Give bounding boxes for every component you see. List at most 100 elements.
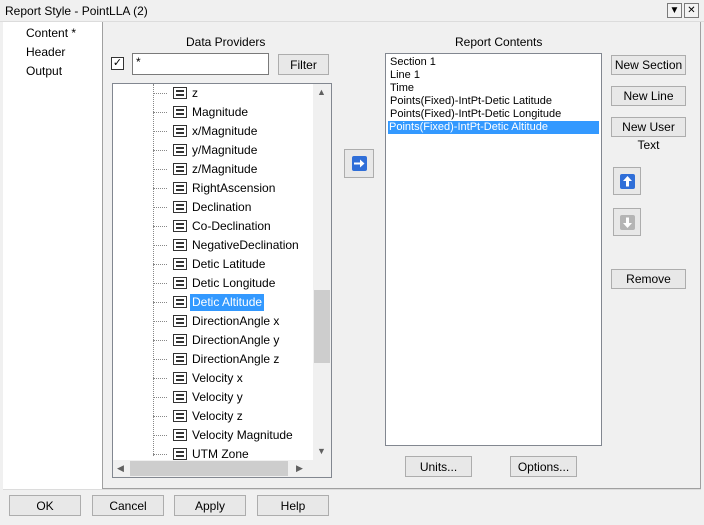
tree-connector bbox=[153, 283, 167, 284]
tree-item[interactable]: Declination bbox=[113, 198, 313, 217]
window-close-button[interactable]: ✕ bbox=[684, 3, 699, 18]
tree-connector bbox=[153, 169, 167, 170]
report-content-item[interactable]: Points(Fixed)-IntPt-Detic Longitude bbox=[389, 108, 561, 121]
tree-item-label: Detic Altitude bbox=[190, 294, 265, 311]
scroll-left-icon[interactable]: ◀ bbox=[117, 463, 124, 474]
data-providers-heading: Data Providers bbox=[186, 35, 266, 49]
tree-item-label: z bbox=[192, 86, 198, 100]
tree-item-label: Detic Longitude bbox=[192, 276, 276, 290]
report-contents-heading: Report Contents bbox=[455, 35, 543, 49]
tree-item[interactable]: Magnitude bbox=[113, 103, 313, 122]
filter-checkbox[interactable]: ✓ bbox=[111, 57, 124, 70]
data-element-icon bbox=[173, 182, 187, 194]
report-content-item[interactable]: Points(Fixed)-IntPt-Detic Latitude bbox=[389, 95, 552, 108]
tree-item[interactable]: NegativeDeclination bbox=[113, 236, 313, 255]
tree-item-label: NegativeDeclination bbox=[192, 238, 299, 252]
tree-connector bbox=[153, 93, 167, 94]
tree-item[interactable]: Velocity Magnitude bbox=[113, 426, 313, 445]
tree-item-label: Velocity z bbox=[192, 409, 243, 423]
data-element-icon bbox=[173, 372, 187, 384]
tree-item-label: DirectionAngle x bbox=[192, 314, 280, 328]
tree-item-label: DirectionAngle z bbox=[192, 352, 280, 366]
report-contents-list: Section 1 Line 1 Time Points(Fixed)-IntPt-D… bbox=[385, 53, 602, 446]
tree-connector bbox=[153, 112, 167, 113]
data-element-icon bbox=[173, 391, 187, 403]
data-element-icon bbox=[173, 448, 187, 460]
scroll-down-icon[interactable]: ▼ bbox=[317, 446, 326, 456]
help-button[interactable]: Help bbox=[257, 495, 329, 516]
data-element-icon bbox=[173, 315, 187, 327]
tree-item[interactable]: x/Magnitude bbox=[113, 122, 313, 141]
move-up-button[interactable] bbox=[613, 167, 641, 195]
add-to-report-button[interactable] bbox=[344, 149, 374, 178]
tree-item[interactable]: y/Magnitude bbox=[113, 141, 313, 160]
report-content-item[interactable]: Time bbox=[389, 82, 414, 95]
tree-connector bbox=[153, 321, 167, 322]
tree-item[interactable]: Velocity y bbox=[113, 388, 313, 407]
tree-item-label: Velocity Magnitude bbox=[192, 428, 293, 442]
tree-vertical-scroll-thumb[interactable] bbox=[314, 290, 330, 363]
tree-item[interactable]: Detic Longitude bbox=[113, 274, 313, 293]
tree-item[interactable]: Detic Altitude bbox=[113, 293, 313, 312]
filter-input[interactable]: * bbox=[132, 53, 269, 75]
apply-button[interactable]: Apply bbox=[174, 495, 246, 516]
move-down-button[interactable] bbox=[613, 208, 641, 236]
title-bar: Report Style - PointLLA (2) ▼ ✕ bbox=[0, 0, 704, 22]
report-content-item[interactable]: Line 1 bbox=[389, 69, 420, 82]
tree-item-label: x/Magnitude bbox=[192, 124, 258, 138]
ok-button[interactable]: OK bbox=[9, 495, 81, 516]
units-button[interactable]: Units... bbox=[405, 456, 472, 477]
tree-item-label: y/Magnitude bbox=[192, 143, 258, 157]
tree-item-label: z/Magnitude bbox=[192, 162, 258, 176]
data-element-icon bbox=[173, 163, 187, 175]
scroll-up-icon[interactable]: ▲ bbox=[317, 87, 326, 97]
tree-item-label: Magnitude bbox=[192, 105, 249, 119]
data-element-icon bbox=[173, 296, 187, 308]
tree-item[interactable]: z bbox=[113, 84, 313, 103]
remove-button[interactable]: Remove bbox=[611, 269, 686, 289]
tree-item[interactable]: z/Magnitude bbox=[113, 160, 313, 179]
tree-item-label: DirectionAngle y bbox=[192, 333, 280, 347]
tree-item[interactable]: RightAscension bbox=[113, 179, 313, 198]
tree-connector bbox=[153, 359, 167, 360]
filter-button[interactable]: Filter bbox=[278, 54, 329, 75]
tree-item[interactable]: Velocity x bbox=[113, 369, 313, 388]
new-line-button[interactable]: New Line bbox=[611, 86, 686, 106]
tree-connector bbox=[153, 454, 167, 455]
report-content-item[interactable]: Points(Fixed)-IntPt-Detic Altitude bbox=[388, 121, 599, 134]
tree-item[interactable]: DirectionAngle x bbox=[113, 312, 313, 331]
data-element-icon bbox=[173, 201, 187, 213]
tree-connector bbox=[153, 416, 167, 417]
scroll-right-icon[interactable]: ▶ bbox=[296, 463, 303, 474]
report-content-item[interactable]: Section 1 bbox=[389, 56, 436, 69]
tree-item[interactable]: DirectionAngle z bbox=[113, 350, 313, 369]
data-element-icon bbox=[173, 239, 187, 251]
new-section-button[interactable]: New Section bbox=[611, 55, 686, 75]
tree-item-label: Velocity y bbox=[192, 390, 243, 404]
tree-connector bbox=[153, 340, 167, 341]
data-element-icon bbox=[173, 87, 187, 99]
tree-item[interactable]: DirectionAngle y bbox=[113, 331, 313, 350]
nav-item-header[interactable]: Header bbox=[26, 45, 65, 59]
tree-connector bbox=[153, 207, 167, 208]
tree-item[interactable]: Velocity z bbox=[113, 407, 313, 426]
data-element-icon bbox=[173, 334, 187, 346]
tree-horizontal-scroll-thumb[interactable] bbox=[130, 461, 288, 476]
data-element-icon bbox=[173, 353, 187, 365]
tree-item-label: Declination bbox=[192, 200, 252, 214]
data-element-icon bbox=[173, 410, 187, 422]
tree-vertical-scrollbar[interactable]: ▲ ▼ bbox=[313, 84, 331, 460]
tree-item[interactable]: Co-Declination bbox=[113, 217, 313, 236]
tree-horizontal-scrollbar[interactable]: ◀ ▶ bbox=[113, 460, 313, 477]
data-element-icon bbox=[173, 106, 187, 118]
cancel-button[interactable]: Cancel bbox=[92, 495, 164, 516]
new-user-text-button[interactable]: New User Text bbox=[611, 117, 686, 152]
tree-connector bbox=[153, 245, 167, 246]
options-button[interactable]: Options... bbox=[510, 456, 577, 477]
nav-item-content[interactable]: Content * bbox=[26, 26, 76, 40]
tree-item[interactable]: Detic Latitude bbox=[113, 255, 313, 274]
data-element-icon bbox=[173, 429, 187, 441]
nav-item-output[interactable]: Output bbox=[26, 64, 62, 78]
window-menu-button[interactable]: ▼ bbox=[667, 3, 682, 18]
tree-connector bbox=[153, 150, 167, 151]
